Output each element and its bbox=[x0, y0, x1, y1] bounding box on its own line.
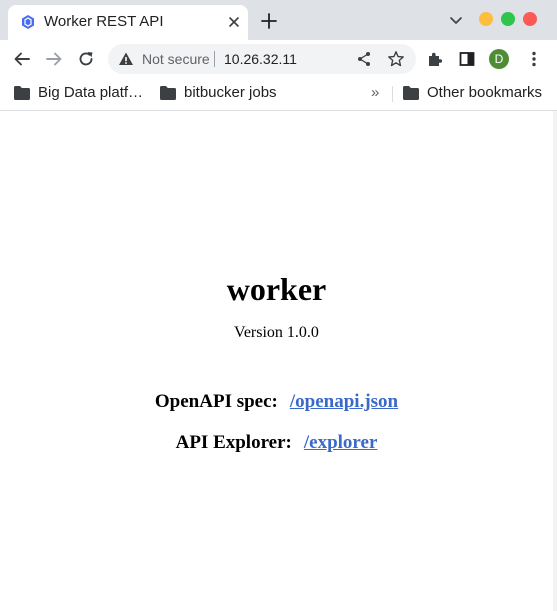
minimize-button[interactable] bbox=[479, 12, 493, 26]
api-hexagon-icon bbox=[22, 15, 34, 29]
bookmarks-bar: Big Data platf… bitbucker jobs » Other b… bbox=[0, 78, 557, 111]
page-content: worker Version 1.0.0 OpenAPI spec: /opena… bbox=[0, 111, 557, 611]
folder-icon bbox=[403, 86, 419, 100]
bookmarks-divider bbox=[392, 86, 393, 102]
api-explorer-row: API Explorer: /explorer bbox=[0, 431, 553, 455]
openapi-json-link[interactable]: /openapi.json bbox=[290, 391, 398, 412]
url-text[interactable]: 10.26.32.11 bbox=[224, 51, 297, 67]
tab-strip: Worker REST API bbox=[0, 0, 557, 40]
address-bar[interactable]: Not secure 10.26.32.11 bbox=[108, 44, 416, 74]
bookmark-bitbucker-jobs[interactable]: bitbucker jobs bbox=[160, 84, 290, 104]
window-right-edge bbox=[553, 111, 557, 611]
browser-window: Worker REST API Not secure 10.26.32.11 D… bbox=[0, 0, 557, 611]
forward-arrow-icon[interactable] bbox=[45, 50, 63, 68]
more-vertical-icon[interactable] bbox=[525, 50, 543, 68]
tab-worker-rest-api[interactable]: Worker REST API bbox=[8, 5, 248, 40]
page-title: worker bbox=[226, 271, 327, 307]
other-bookmarks-folder[interactable]: Other bookmarks bbox=[403, 84, 553, 104]
folder-icon bbox=[160, 86, 176, 100]
reload-icon[interactable] bbox=[77, 50, 95, 68]
maximize-button[interactable] bbox=[501, 12, 515, 26]
new-tab-icon[interactable] bbox=[260, 12, 278, 30]
bookmark-label: bitbucker jobs bbox=[184, 84, 277, 101]
openapi-spec-row: OpenAPI spec: /openapi.json bbox=[0, 390, 553, 414]
bookmark-big-data-platform[interactable]: Big Data platf… bbox=[14, 84, 154, 104]
browser-toolbar: Not secure 10.26.32.11 D bbox=[0, 40, 557, 78]
share-icon[interactable] bbox=[356, 51, 372, 67]
folder-icon bbox=[14, 86, 30, 100]
profile-avatar[interactable]: D bbox=[489, 49, 509, 69]
back-arrow-icon[interactable] bbox=[13, 50, 31, 68]
extensions-puzzle-icon[interactable] bbox=[426, 50, 444, 68]
bookmark-label: Other bookmarks bbox=[427, 84, 543, 101]
security-status-label[interactable]: Not secure bbox=[142, 51, 210, 67]
chevron-down-icon[interactable] bbox=[449, 13, 463, 27]
version-text: Version 1.0.0 bbox=[234, 324, 319, 341]
bookmark-star-icon[interactable] bbox=[387, 50, 405, 68]
side-panel-icon[interactable] bbox=[458, 50, 476, 68]
bookmarks-overflow-chevron[interactable]: » bbox=[371, 84, 379, 101]
close-window-button[interactable] bbox=[523, 12, 537, 26]
close-tab-icon[interactable] bbox=[226, 14, 242, 30]
tab-title: Worker REST API bbox=[44, 13, 164, 30]
omnibox-divider bbox=[214, 51, 215, 67]
explorer-link[interactable]: /explorer bbox=[304, 432, 378, 453]
bookmark-label: Big Data platf… bbox=[38, 84, 144, 101]
warning-icon[interactable] bbox=[118, 51, 134, 67]
openapi-spec-label: OpenAPI spec: bbox=[154, 391, 278, 412]
api-explorer-label: API Explorer: bbox=[175, 432, 292, 453]
